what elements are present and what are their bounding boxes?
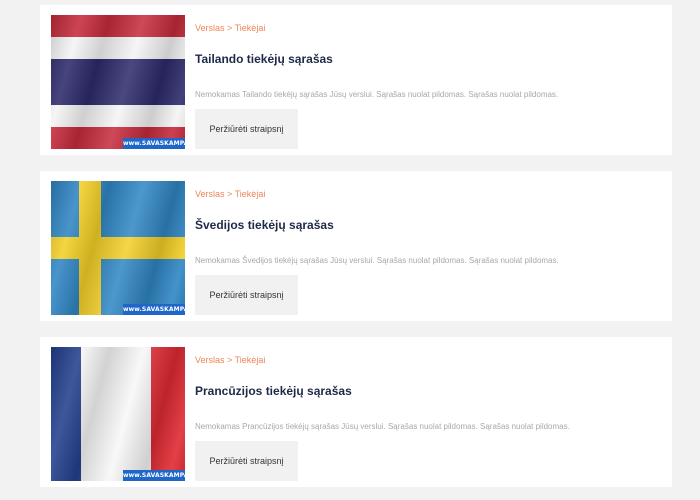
article-card: www.SAVASKAMPAS.lt Verslas > Tiekėjai Šv…: [40, 171, 672, 321]
article-excerpt: Nemokamas Prancūzijos tiekėjų sąrašas Jū…: [195, 422, 570, 431]
flag-shading: [51, 181, 185, 315]
watermark-label: www.SAVASKAMPAS.lt: [123, 138, 185, 149]
thailand-flag-image[interactable]: www.SAVASKAMPAS.lt: [51, 15, 185, 149]
breadcrumb-child[interactable]: Tiekėjai: [235, 355, 266, 365]
article-title[interactable]: Tailando tiekėjų sąrašas: [195, 52, 333, 66]
watermark-label: www.SAVASKAMPAS.lt: [123, 304, 185, 315]
article-excerpt: Nemokamas Švedijos tiekėjų sąrašas Jūsų …: [195, 256, 559, 265]
read-article-button[interactable]: Peržiūrėti straipsnį: [195, 275, 298, 315]
france-flag-image[interactable]: www.SAVASKAMPAS.lt: [51, 347, 185, 481]
article-card: www.SAVASKAMPAS.lt Verslas > Tiekėjai Pr…: [40, 337, 672, 487]
flag-shading: [51, 15, 185, 149]
article-title[interactable]: Švedijos tiekėjų sąrašas: [195, 218, 334, 232]
breadcrumb-child[interactable]: Tiekėjai: [235, 23, 266, 33]
breadcrumb: Verslas > Tiekėjai: [195, 23, 265, 33]
sweden-flag-image[interactable]: www.SAVASKAMPAS.lt: [51, 181, 185, 315]
breadcrumb-separator: >: [227, 355, 233, 365]
flag-shading: [51, 347, 185, 481]
breadcrumb-parent[interactable]: Verslas: [195, 355, 225, 365]
breadcrumb-child[interactable]: Tiekėjai: [235, 189, 266, 199]
breadcrumb-parent[interactable]: Verslas: [195, 189, 225, 199]
article-title[interactable]: Prancūzijos tiekėjų sąrašas: [195, 384, 352, 398]
read-article-button[interactable]: Peržiūrėti straipsnį: [195, 109, 298, 149]
breadcrumb: Verslas > Tiekėjai: [195, 355, 265, 365]
breadcrumb: Verslas > Tiekėjai: [195, 189, 265, 199]
read-article-button[interactable]: Peržiūrėti straipsnį: [195, 441, 298, 481]
watermark-label: www.SAVASKAMPAS.lt: [123, 470, 185, 481]
article-excerpt: Nemokamas Tailando tiekėjų sąrašas Jūsų …: [195, 90, 559, 99]
article-card: www.SAVASKAMPAS.lt Verslas > Tiekėjai Ta…: [40, 5, 672, 155]
breadcrumb-separator: >: [227, 23, 233, 33]
breadcrumb-separator: >: [227, 189, 233, 199]
breadcrumb-parent[interactable]: Verslas: [195, 23, 225, 33]
